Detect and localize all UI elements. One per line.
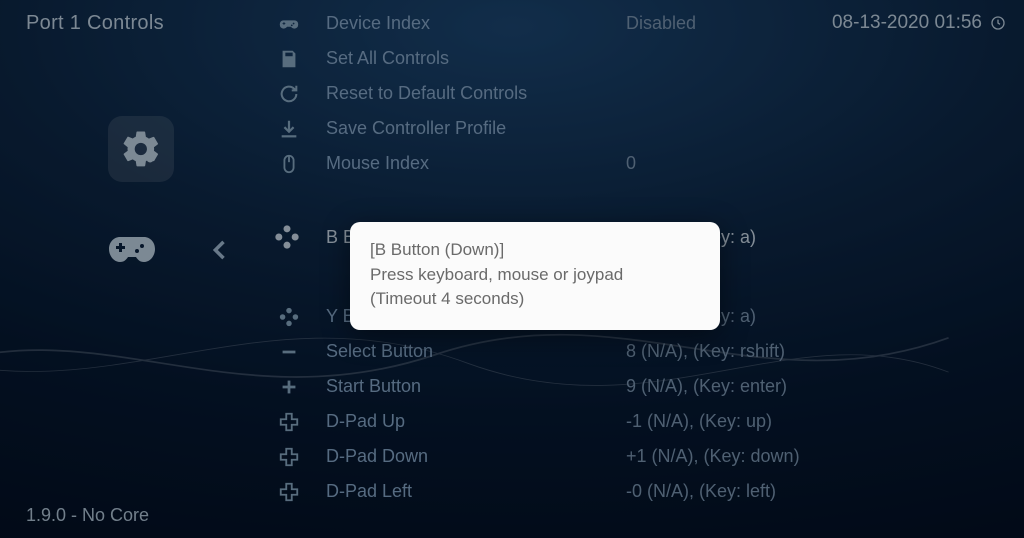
bind-prompt-line3: (Timeout 4 seconds) <box>370 287 700 312</box>
bind-prompt-line1: [B Button (Down)] <box>370 238 700 263</box>
bind-prompt-dialog: [B Button (Down)] Press keyboard, mouse … <box>350 222 720 330</box>
bind-prompt-line2: Press keyboard, mouse or joypad <box>370 263 700 288</box>
